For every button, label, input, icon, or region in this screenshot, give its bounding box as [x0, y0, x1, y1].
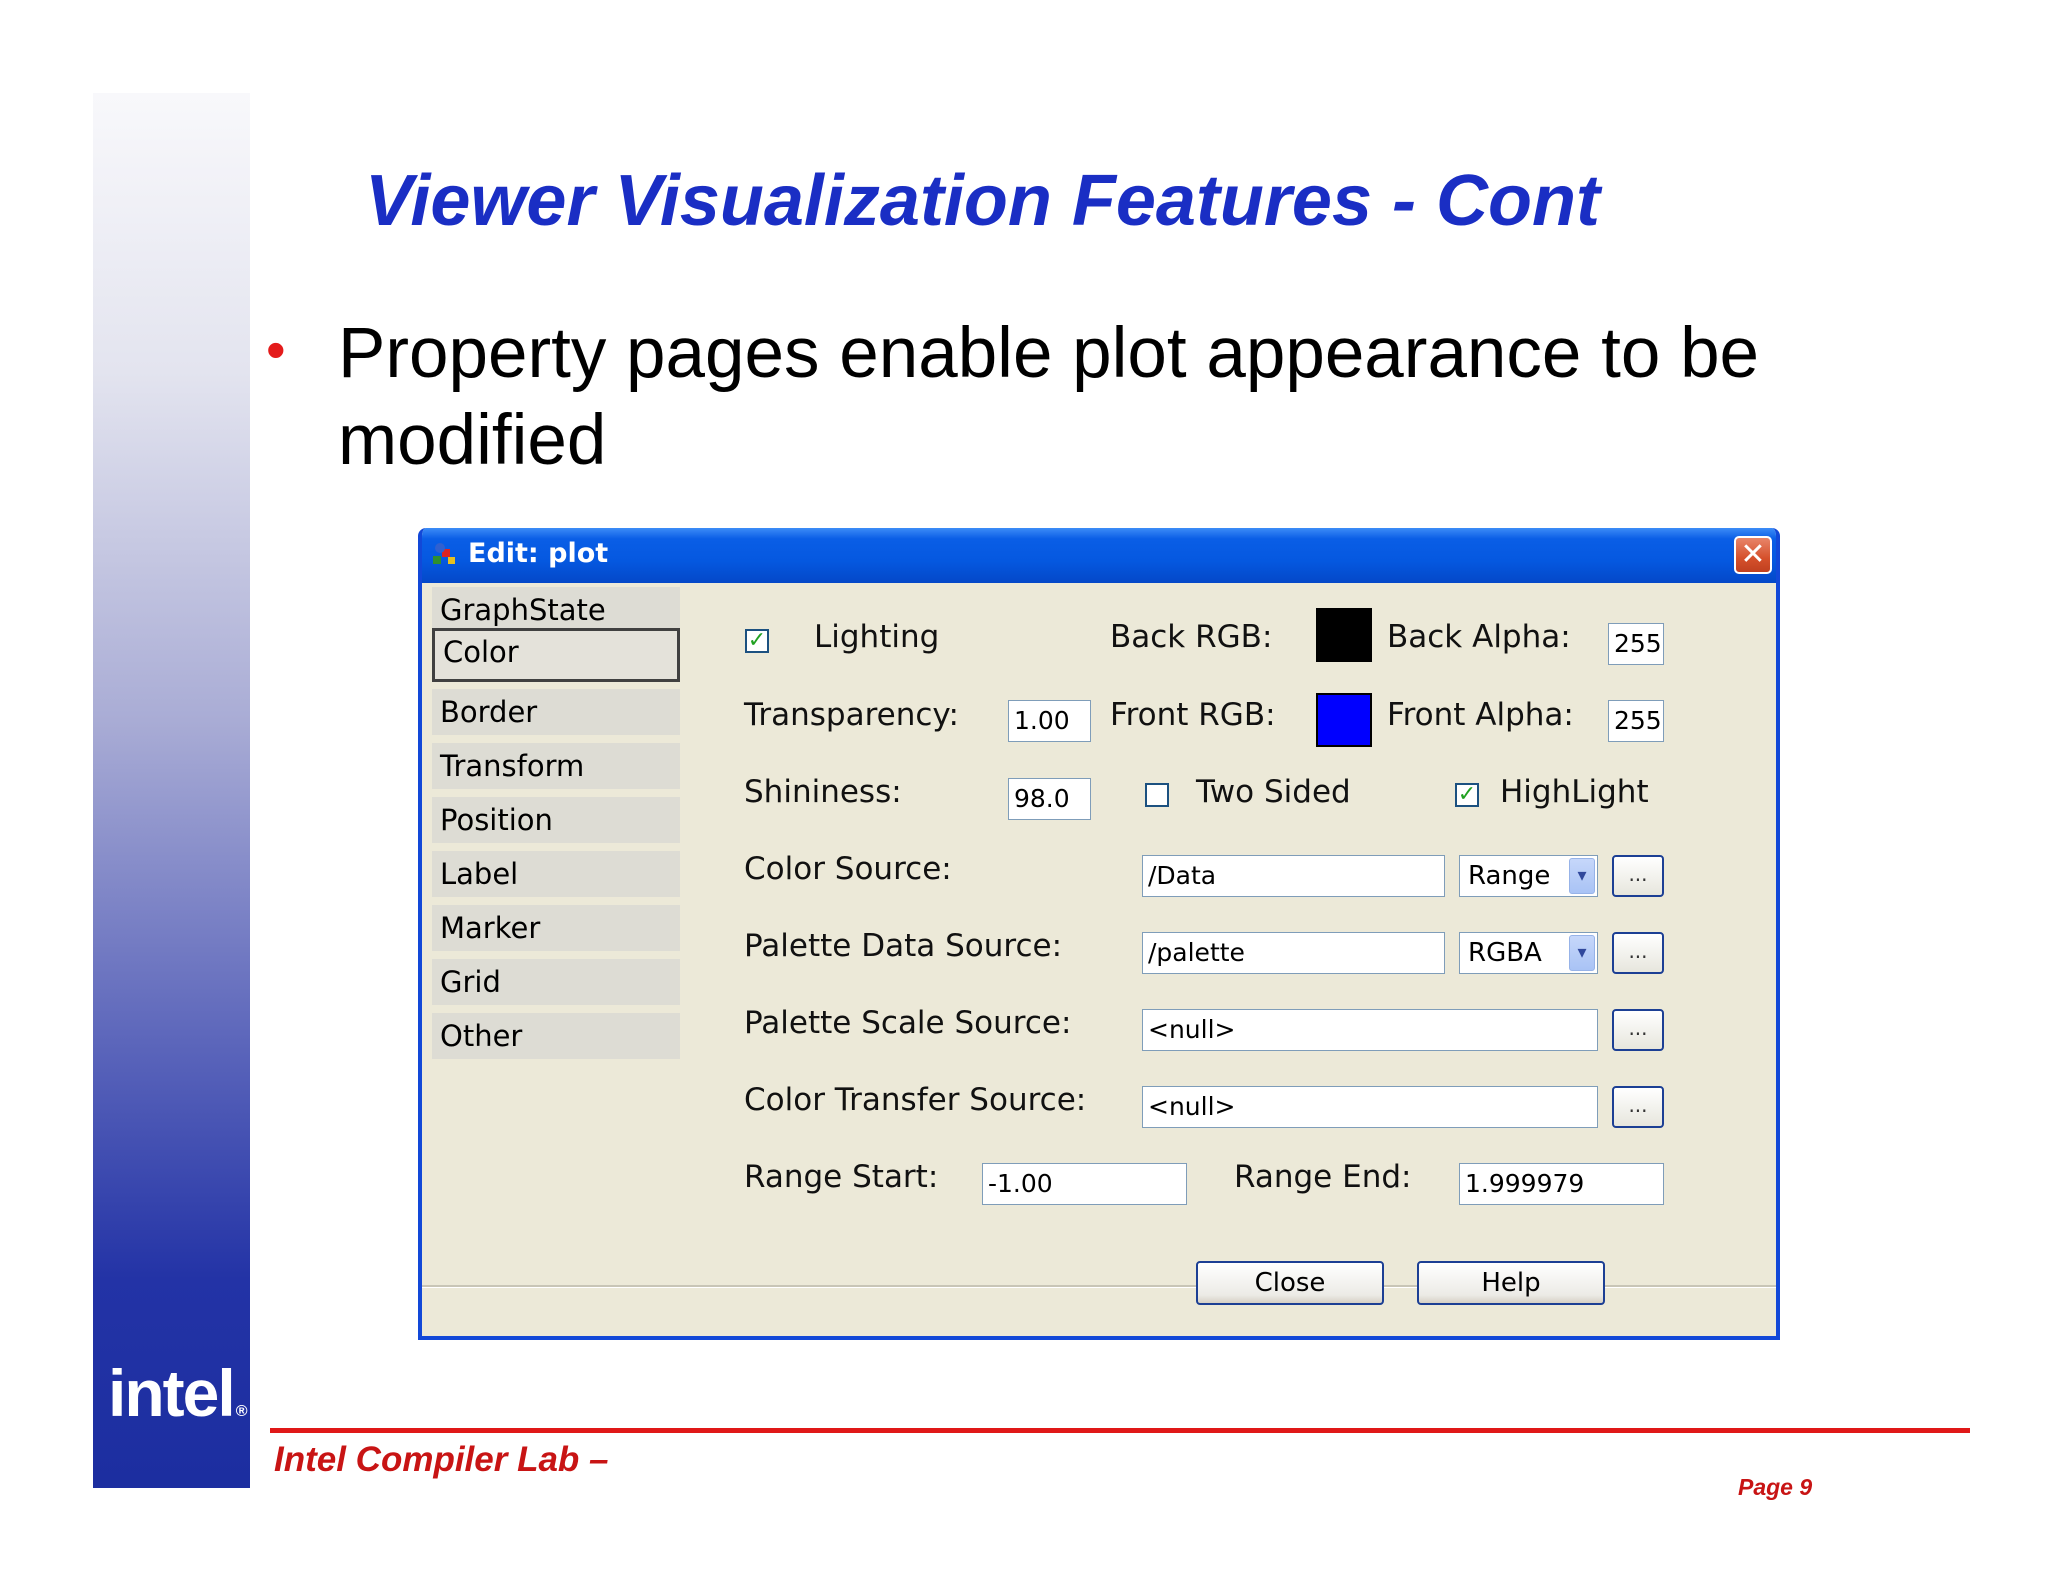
lighting-checkbox[interactable]: ✓: [745, 629, 769, 653]
color-source-mode-value: Range: [1468, 861, 1551, 891]
highlight-label: HighLight: [1500, 774, 1649, 810]
transparency-label: Transparency:: [744, 697, 959, 733]
color-transfer-source-browse-button[interactable]: ...: [1612, 1086, 1664, 1128]
nav-item-marker[interactable]: Marker: [432, 905, 680, 951]
two-sided-checkbox[interactable]: [1145, 783, 1169, 807]
nav-item-label[interactable]: Label: [432, 851, 680, 897]
nav-item-transform[interactable]: Transform: [432, 743, 680, 789]
palette-data-source-mode-select[interactable]: RGBA ▾: [1459, 932, 1598, 974]
app-icon: [433, 543, 455, 564]
chevron-down-icon[interactable]: ▾: [1569, 858, 1595, 894]
shininess-field[interactable]: 98.0: [1008, 778, 1091, 820]
palette-data-source-field[interactable]: /palette: [1142, 932, 1445, 974]
palette-data-source-mode-value: RGBA: [1468, 938, 1542, 968]
color-source-field[interactable]: /Data: [1142, 855, 1445, 897]
palette-scale-source-field[interactable]: <null>: [1142, 1009, 1598, 1051]
front-alpha-field[interactable]: 255: [1608, 700, 1664, 742]
dialog-titlebar[interactable]: Edit: plot ✕: [422, 528, 1776, 583]
palette-data-source-label: Palette Data Source:: [744, 928, 1063, 964]
nav-item-grid[interactable]: Grid: [432, 959, 680, 1005]
nav-item-graphstate[interactable]: GraphState: [432, 587, 680, 633]
sidebar-gradient: [93, 93, 250, 1488]
footer-rule: [270, 1428, 1970, 1433]
back-rgb-label: Back RGB:: [1110, 619, 1273, 655]
close-button[interactable]: Close: [1196, 1261, 1384, 1305]
help-button[interactable]: Help: [1417, 1261, 1605, 1305]
range-end-field[interactable]: 1.999979: [1459, 1163, 1664, 1205]
range-start-label: Range Start:: [744, 1159, 939, 1195]
nav-item-border[interactable]: Border: [432, 689, 680, 735]
close-icon[interactable]: ✕: [1734, 536, 1772, 574]
back-alpha-label: Back Alpha:: [1387, 619, 1571, 655]
palette-data-source-browse-button[interactable]: ...: [1612, 932, 1664, 974]
nav-item-color[interactable]: Color: [432, 628, 680, 682]
color-transfer-source-field[interactable]: <null>: [1142, 1086, 1598, 1128]
color-source-mode-select[interactable]: Range ▾: [1459, 855, 1598, 897]
front-rgb-swatch[interactable]: [1316, 693, 1372, 747]
shininess-label: Shininess:: [744, 774, 902, 810]
back-alpha-field[interactable]: 255: [1608, 623, 1664, 665]
dialog-title: Edit: plot: [468, 538, 609, 569]
back-rgb-swatch[interactable]: [1316, 608, 1372, 662]
color-source-label: Color Source:: [744, 851, 952, 887]
front-alpha-label: Front Alpha:: [1387, 697, 1574, 733]
color-transfer-source-label: Color Transfer Source:: [744, 1082, 1087, 1118]
edit-plot-dialog: Edit: plot ✕ GraphState Color Border Tra…: [418, 528, 1780, 1340]
bullet-icon: •: [266, 318, 286, 381]
footer-text: Intel Compiler Lab –: [274, 1440, 609, 1479]
intel-logo: intel ®: [108, 1356, 247, 1430]
nav-item-other[interactable]: Other: [432, 1013, 680, 1059]
chevron-down-icon[interactable]: ▾: [1569, 935, 1595, 971]
range-end-label: Range End:: [1234, 1159, 1412, 1195]
slide-title: Viewer Visualization Features - Cont: [365, 161, 1600, 241]
front-rgb-label: Front RGB:: [1110, 697, 1276, 733]
two-sided-label: Two Sided: [1196, 774, 1351, 810]
dialog-client: GraphState Color Border Transform Positi…: [422, 583, 1776, 1336]
palette-scale-source-browse-button[interactable]: ...: [1612, 1009, 1664, 1051]
page-number: Page 9: [1738, 1474, 1813, 1500]
bullet-text: Property pages enable plot appearance to…: [338, 314, 1760, 480]
highlight-checkbox[interactable]: ✓: [1455, 783, 1479, 807]
palette-scale-source-label: Palette Scale Source:: [744, 1005, 1072, 1041]
color-source-browse-button[interactable]: ...: [1612, 855, 1664, 897]
range-start-field[interactable]: -1.00: [982, 1163, 1187, 1205]
nav-item-position[interactable]: Position: [432, 797, 680, 843]
lighting-label: Lighting: [814, 619, 940, 655]
transparency-field[interactable]: 1.00: [1008, 700, 1091, 742]
